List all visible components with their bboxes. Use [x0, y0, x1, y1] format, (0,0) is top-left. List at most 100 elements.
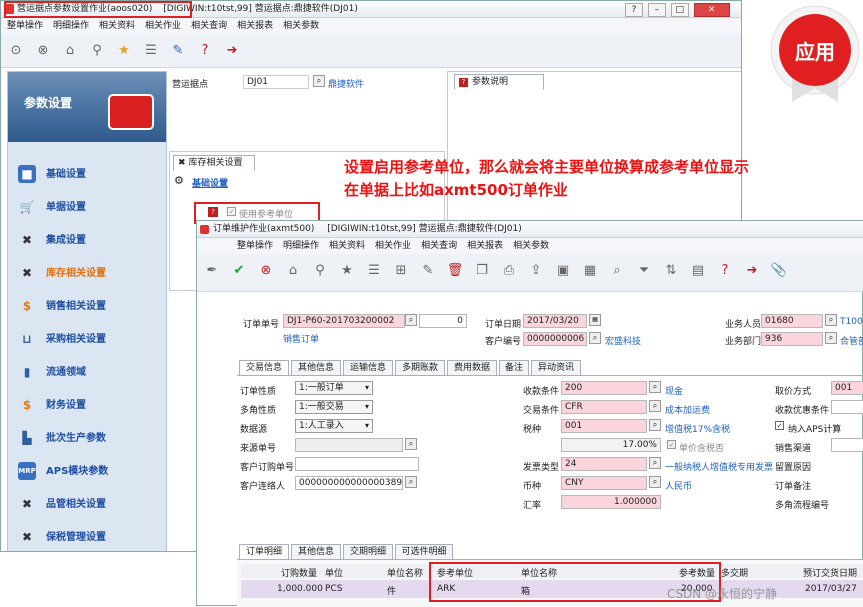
- attach-icon[interactable]: 📎: [770, 262, 788, 280]
- tab-trade-info[interactable]: 交易信息: [239, 360, 289, 376]
- menu-item[interactable]: 整单操作: [237, 241, 273, 251]
- menu-item[interactable]: 相关资料: [99, 21, 135, 31]
- copy-icon[interactable]: ❐: [473, 262, 491, 280]
- nature-select[interactable]: 1:一般订单: [295, 381, 373, 395]
- confirm-icon[interactable]: ✔: [230, 262, 248, 280]
- sidebar-item-distribution[interactable]: ▮ 流通领域: [8, 356, 166, 389]
- lookup-icon[interactable]: ⌕: [825, 314, 837, 326]
- list-icon[interactable]: ☰: [142, 42, 160, 60]
- aps-checkbox[interactable]: ✓: [775, 421, 784, 430]
- lookup-icon[interactable]: ⌕: [313, 75, 325, 87]
- lookup-icon[interactable]: ⌕: [405, 314, 417, 326]
- menu-item[interactable]: 相关报表: [467, 241, 503, 251]
- tab-param-description[interactable]: ? 参数说明: [454, 74, 544, 90]
- order-seq-field[interactable]: 0: [419, 314, 467, 328]
- tab-detail-other[interactable]: 其他信息: [291, 544, 341, 560]
- sidebar-item-purchase[interactable]: ⊔ 采购相关设置: [8, 323, 166, 356]
- menu-item[interactable]: 相关资料: [329, 241, 365, 251]
- star-icon[interactable]: ★: [115, 42, 133, 60]
- multi-select[interactable]: 1:一般交易: [295, 400, 373, 414]
- dept-field[interactable]: 936: [761, 332, 823, 346]
- order-no-field[interactable]: DJ1-P60-201703200002: [283, 314, 405, 328]
- delete-icon[interactable]: 🗑: [446, 262, 464, 280]
- sidebar-item-qc[interactable]: ✖ 品管相关设置: [8, 488, 166, 521]
- lookup-icon[interactable]: ⌕: [825, 332, 837, 344]
- location-icon[interactable]: ⚲: [311, 262, 329, 280]
- help-icon[interactable]: ?: [625, 3, 643, 17]
- tab-expense-data[interactable]: 费用数据: [447, 360, 497, 376]
- lookup-icon[interactable]: ⌕: [649, 457, 661, 469]
- salesman-field[interactable]: 01680: [761, 314, 823, 328]
- menu-item[interactable]: 相关参数: [513, 241, 549, 251]
- menu-item[interactable]: 相关参数: [283, 21, 319, 31]
- contact-field[interactable]: 0000000000000003893: [295, 476, 403, 490]
- source-no-field[interactable]: [295, 438, 403, 452]
- tab-delivery-detail[interactable]: 交期明细: [343, 544, 393, 560]
- menu-item[interactable]: 相关查询: [191, 21, 227, 31]
- tab-notes[interactable]: 备注: [499, 360, 529, 376]
- sidebar-item-bonded[interactable]: ✖ 保税管理设置: [8, 521, 166, 551]
- discount-field[interactable]: [831, 400, 863, 414]
- sidebar-item-batch[interactable]: ▙ 批次生产参数: [8, 422, 166, 455]
- lookup-icon[interactable]: ⌕: [649, 476, 661, 488]
- exit-icon[interactable]: ➜: [223, 42, 241, 60]
- invoice-field[interactable]: 24: [561, 457, 647, 471]
- sidebar-item-sales[interactable]: $ 销售相关设置: [8, 290, 166, 323]
- source-select[interactable]: 1:人工录入: [295, 419, 373, 433]
- add-icon[interactable]: ⊞: [392, 262, 410, 280]
- trade-field[interactable]: CFR: [561, 400, 647, 414]
- menu-item[interactable]: 明细操作: [53, 21, 89, 31]
- tab-order-detail[interactable]: 订单明细: [239, 544, 289, 560]
- tab-other-info[interactable]: 其他信息: [291, 360, 341, 376]
- channel-field[interactable]: [831, 438, 863, 452]
- edit-icon[interactable]: ✎: [419, 262, 437, 280]
- order-date-field[interactable]: 2017/03/20: [523, 314, 587, 328]
- table-icon[interactable]: ▤: [689, 262, 707, 280]
- tab-multi-period[interactable]: 多期账款: [395, 360, 445, 376]
- menu-item[interactable]: 明细操作: [283, 241, 319, 251]
- currency-field[interactable]: CNY: [561, 476, 647, 490]
- sidebar-item-basic[interactable]: ■ 基础设置: [8, 158, 166, 191]
- menu-item[interactable]: 相关报表: [237, 21, 273, 31]
- home-icon[interactable]: ⌂: [284, 262, 302, 280]
- minimize-icon[interactable]: –: [647, 3, 666, 17]
- use-ref-unit-checkbox[interactable]: ✓: [227, 207, 236, 216]
- help-circle-icon[interactable]: ?: [716, 262, 734, 280]
- edit-icon[interactable]: ✎: [169, 42, 187, 60]
- sidebar-item-aps[interactable]: MRP APS模块参数: [8, 455, 166, 488]
- sidebar-item-integration[interactable]: ✖ 集成设置: [8, 224, 166, 257]
- cust-po-field[interactable]: [295, 457, 419, 471]
- cancel-icon[interactable]: ⊗: [257, 262, 275, 280]
- tab-shipping-info[interactable]: 运输信息: [343, 360, 393, 376]
- tax-incl-checkbox[interactable]: ✓: [667, 440, 676, 449]
- home-icon[interactable]: ⌂: [61, 42, 79, 60]
- list-icon[interactable]: ☰: [365, 262, 383, 280]
- print-icon[interactable]: ⎙: [500, 262, 518, 280]
- sidebar-item-docs[interactable]: 🛒 单据设置: [8, 191, 166, 224]
- lookup-icon[interactable]: ⌕: [649, 419, 661, 431]
- tax-rate-field[interactable]: 17.00%: [561, 438, 661, 452]
- pen-icon[interactable]: ✒: [203, 262, 221, 280]
- lookup-icon[interactable]: ⌕: [589, 332, 601, 344]
- star-icon[interactable]: ★: [338, 262, 356, 280]
- lookup-icon[interactable]: ⌕: [405, 438, 417, 450]
- grid-icon[interactable]: ▦: [581, 262, 599, 280]
- location-icon[interactable]: ⚲: [88, 42, 106, 60]
- menu-item[interactable]: 相关作业: [375, 241, 411, 251]
- pay-field[interactable]: 200: [561, 381, 647, 395]
- lookup-icon[interactable]: ⌕: [649, 400, 661, 412]
- help-circle-icon[interactable]: ?: [196, 42, 214, 60]
- rate-field[interactable]: 1.000000: [561, 495, 661, 509]
- exit-icon[interactable]: ➜: [743, 262, 761, 280]
- sort-icon[interactable]: ⇅: [662, 262, 680, 280]
- lookup-icon[interactable]: ⌕: [405, 476, 417, 488]
- menu-item[interactable]: 相关查询: [421, 241, 457, 251]
- close-icon[interactable]: ✕: [693, 3, 730, 17]
- sidebar-item-finance[interactable]: $ 财务设置: [8, 389, 166, 422]
- export-icon[interactable]: ⇪: [527, 262, 545, 280]
- lookup-icon[interactable]: ⌕: [649, 381, 661, 393]
- tab-inventory-settings[interactable]: ✖ 库存相关设置: [173, 155, 255, 171]
- tab-change-info[interactable]: 异动资讯: [531, 360, 581, 376]
- cust-no-field[interactable]: 0000000006: [523, 332, 587, 346]
- confirm-icon[interactable]: ⊙: [7, 42, 25, 60]
